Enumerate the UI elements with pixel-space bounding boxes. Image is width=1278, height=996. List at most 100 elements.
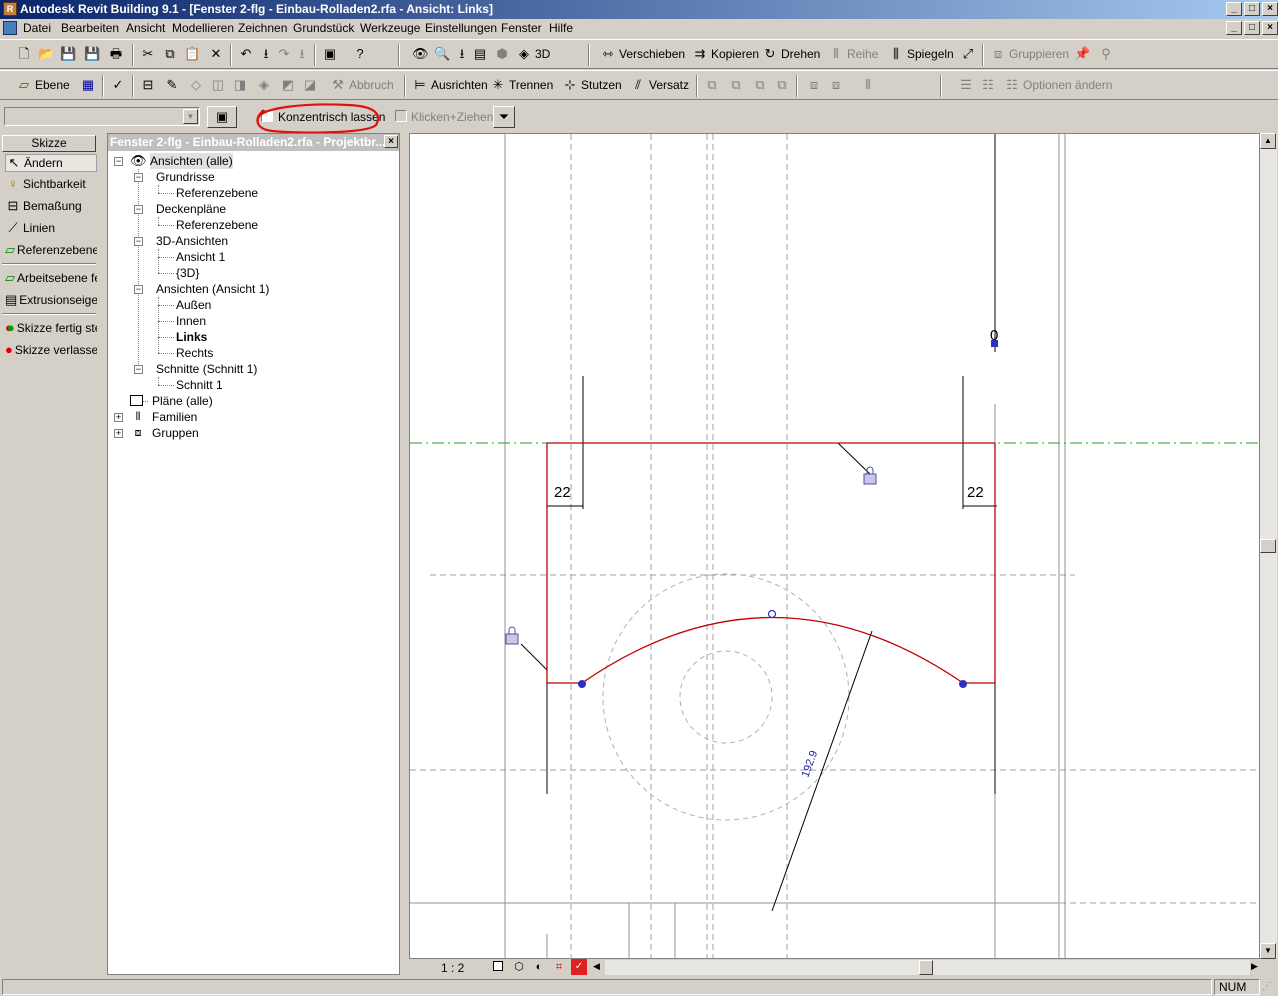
- 3d-view-icon[interactable]: ◈: [516, 46, 532, 62]
- tree-collapse-toggle[interactable]: −: [134, 205, 143, 214]
- tree-item-ansicht-1[interactable]: Ansicht 1: [176, 249, 225, 265]
- thin-lines-icon[interactable]: ▤: [472, 46, 488, 62]
- visibility-icon[interactable]: 👁: [412, 46, 429, 62]
- chevron-down-icon[interactable]: ▼: [183, 109, 198, 124]
- paste-view-icon[interactable]: ⧉: [774, 77, 790, 93]
- hscroll-right-icon[interactable]: ▶: [1251, 961, 1258, 972]
- menu-ansicht[interactable]: Ansicht: [126, 21, 165, 35]
- design-option-add-icon[interactable]: ☷: [980, 77, 996, 93]
- menu-bearbeiten[interactable]: Bearbeiten: [61, 21, 119, 35]
- klicken-ziehen-checkbox[interactable]: [395, 110, 407, 122]
- uncut-geometry-icon[interactable]: ◪: [302, 77, 318, 93]
- unpin-icon[interactable]: ⚲: [1098, 46, 1114, 62]
- menu-grundstueck[interactable]: Grundstück: [293, 21, 354, 35]
- drawing-svg[interactable]: 22 22 0 192.9: [410, 134, 1261, 960]
- tree-item-rechts[interactable]: Rechts: [176, 345, 213, 361]
- undo-icon[interactable]: ↶: [238, 46, 254, 62]
- radius-text[interactable]: 192.9: [800, 749, 821, 779]
- grip-points[interactable]: [578, 340, 998, 688]
- tree-item-aussen[interactable]: Außen: [176, 297, 211, 313]
- tree-item-3d[interactable]: {3D}: [176, 265, 199, 281]
- tree-item-grundrisse[interactable]: Grundrisse: [156, 169, 215, 185]
- split-face-icon[interactable]: ◇: [188, 77, 204, 93]
- tree-item-links[interactable]: Links: [176, 329, 207, 345]
- stutzen-button[interactable]: Stutzen: [581, 78, 622, 92]
- model-graphics-icon[interactable]: ⬡: [511, 959, 527, 975]
- zoom-dropdown-icon[interactable]: ⭳: [454, 46, 470, 62]
- tree-item-gruppen[interactable]: Gruppen: [152, 425, 199, 441]
- arc-midpoint-grip[interactable]: [767, 609, 777, 619]
- ausrichten-button[interactable]: Ausrichten: [431, 78, 488, 92]
- revit-app-icon[interactable]: R: [3, 2, 17, 16]
- document-icon[interactable]: [3, 21, 17, 35]
- menu-fenster[interactable]: Fenster: [501, 21, 542, 35]
- properties-button[interactable]: ▣: [207, 106, 237, 128]
- tree-collapse-toggle[interactable]: −: [114, 157, 123, 166]
- copy-icon[interactable]: ⧉: [162, 46, 178, 62]
- tree-collapse-toggle[interactable]: −: [134, 173, 143, 182]
- doc-close-button[interactable]: ×: [1262, 21, 1278, 35]
- tree-item-plaene[interactable]: Pläne (alle): [152, 393, 213, 409]
- eyedropper-icon[interactable]: ✎: [164, 77, 180, 93]
- resize-icon[interactable]: ⤢: [960, 46, 976, 62]
- undo-list-icon[interactable]: ⭳: [258, 46, 274, 62]
- scroll-down-button[interactable]: ▼: [1260, 943, 1276, 959]
- shading-icon[interactable]: ⬢: [494, 46, 510, 62]
- menu-datei[interactable]: Datei: [23, 21, 51, 35]
- temporary-hide-icon[interactable]: ✓: [571, 959, 587, 975]
- cut-icon[interactable]: ✂: [140, 46, 156, 62]
- menu-hilfe[interactable]: Hilfe: [549, 21, 573, 35]
- dimension-left-text[interactable]: 22: [554, 484, 571, 501]
- scroll-thumb[interactable]: [1260, 539, 1276, 553]
- minimize-button[interactable]: _: [1226, 2, 1242, 16]
- tree-item-grundriss-referenzebene[interactable]: Referenzebene: [176, 185, 258, 201]
- maximize-button[interactable]: □: [1244, 2, 1260, 16]
- new-file-icon[interactable]: 🗋: [16, 46, 32, 62]
- print-icon[interactable]: 🖶: [108, 46, 124, 62]
- redo-list-icon[interactable]: ⭳: [294, 46, 310, 62]
- dimension-icon[interactable]: ⊟: [140, 77, 156, 93]
- tree-collapse-toggle[interactable]: −: [134, 237, 143, 246]
- crop-icon[interactable]: ⌗: [551, 959, 567, 975]
- sketch-lines[interactable]: ⟋ Linien: [5, 220, 97, 236]
- tree-item-3d-ansichten[interactable]: 3D-Ansichten: [156, 233, 228, 249]
- kopieren-button[interactable]: Kopieren: [711, 47, 759, 61]
- sketch-reference-plane[interactable]: ▱ Referenzebene: [5, 242, 97, 258]
- panel-splitter[interactable]: [100, 133, 107, 975]
- tree-collapse-toggle[interactable]: −: [134, 285, 143, 294]
- detail-level-icon[interactable]: [493, 961, 503, 971]
- close-button[interactable]: ×: [1262, 2, 1278, 16]
- paste-level-icon[interactable]: ⧉: [752, 77, 768, 93]
- gruppieren-button[interactable]: Gruppieren: [1009, 47, 1069, 61]
- sketch-finish[interactable]: ●● Skizze fertig ste: [5, 320, 97, 336]
- spell-check-icon[interactable]: ✓: [110, 77, 126, 93]
- spiegeln-button[interactable]: Spiegeln: [907, 47, 954, 61]
- tree-item-ansichten-ansicht1[interactable]: Ansichten (Ansicht 1): [156, 281, 269, 297]
- filter-button[interactable]: ⏷: [493, 106, 515, 128]
- sketch-quit[interactable]: ● Skizze verlasser: [5, 342, 97, 358]
- save-all-icon[interactable]: 💾: [84, 46, 100, 62]
- menu-einstellungen[interactable]: Einstellungen: [425, 21, 497, 35]
- paste-aligned-icon[interactable]: ⧉: [728, 77, 744, 93]
- tree-item-deckenplaene[interactable]: Deckenpläne: [156, 201, 226, 217]
- drawing-canvas[interactable]: 22 22 0 192.9: [409, 133, 1261, 960]
- lock-icon[interactable]: [505, 626, 519, 645]
- tree-item-decken-referenzebene[interactable]: Referenzebene: [176, 217, 258, 233]
- unjoin-icon[interactable]: ◨: [232, 77, 248, 93]
- sketch-visibility[interactable]: ♀ Sichtbarkeit: [5, 176, 97, 192]
- design-option-icon[interactable]: ☰: [958, 77, 974, 93]
- grid-icon[interactable]: ▦: [80, 77, 96, 93]
- browser-splitter[interactable]: [400, 133, 409, 975]
- paint-icon[interactable]: ◈: [256, 77, 272, 93]
- project-browser-close-button[interactable]: ×: [384, 135, 398, 148]
- scroll-up-button[interactable]: ▲: [1260, 133, 1276, 149]
- tree-item-schnitte[interactable]: Schnitte (Schnitt 1): [156, 361, 257, 377]
- abbruch-button[interactable]: Abbruch: [349, 78, 394, 92]
- 3d-view-label[interactable]: 3D: [535, 47, 550, 61]
- dimension-top-text[interactable]: 0: [990, 327, 998, 344]
- pin-icon[interactable]: 📌: [1074, 46, 1090, 62]
- trennen-button[interactable]: Trennen: [509, 78, 553, 92]
- menu-zeichnen[interactable]: Zeichnen: [238, 21, 287, 35]
- vertical-scrollbar[interactable]: ▲ ▼: [1260, 133, 1277, 959]
- project-browser-icon[interactable]: ▣: [322, 46, 338, 62]
